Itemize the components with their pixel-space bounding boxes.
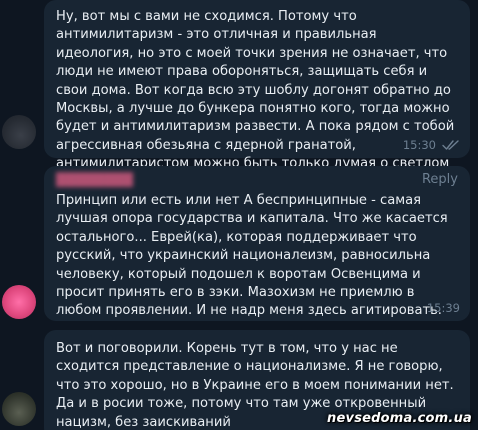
- watermark: nevsedoma.com.ua: [327, 411, 472, 426]
- double-check-icon: [442, 139, 460, 151]
- sender-avatar[interactable]: [2, 115, 36, 149]
- message-text: Ну, вот мы с вами не сходимся. Потому чт…: [56, 9, 455, 190]
- message-meta: 15:30: [403, 138, 460, 152]
- message-time: 15:39: [426, 301, 460, 315]
- message-time: 15:30: [402, 138, 436, 152]
- sender-avatar[interactable]: [2, 285, 36, 319]
- sender-avatar[interactable]: [2, 392, 36, 426]
- message-text: Принцип или есть или нет А беспринципные…: [56, 193, 448, 319]
- message-bubble[interactable]: Ну, вот мы с вами не сходимся. Потому чт…: [44, 0, 470, 190]
- sender-name-redacted: ████████: [56, 172, 133, 187]
- reply-button[interactable]: Reply: [422, 172, 458, 187]
- message-meta: 15:39: [427, 301, 460, 315]
- chat-history: Ну, вот мы с вами не сходимся. Потому чт…: [0, 0, 478, 430]
- message-bubble[interactable]: ████████ Reply Принцип или есть или нет …: [44, 166, 470, 321]
